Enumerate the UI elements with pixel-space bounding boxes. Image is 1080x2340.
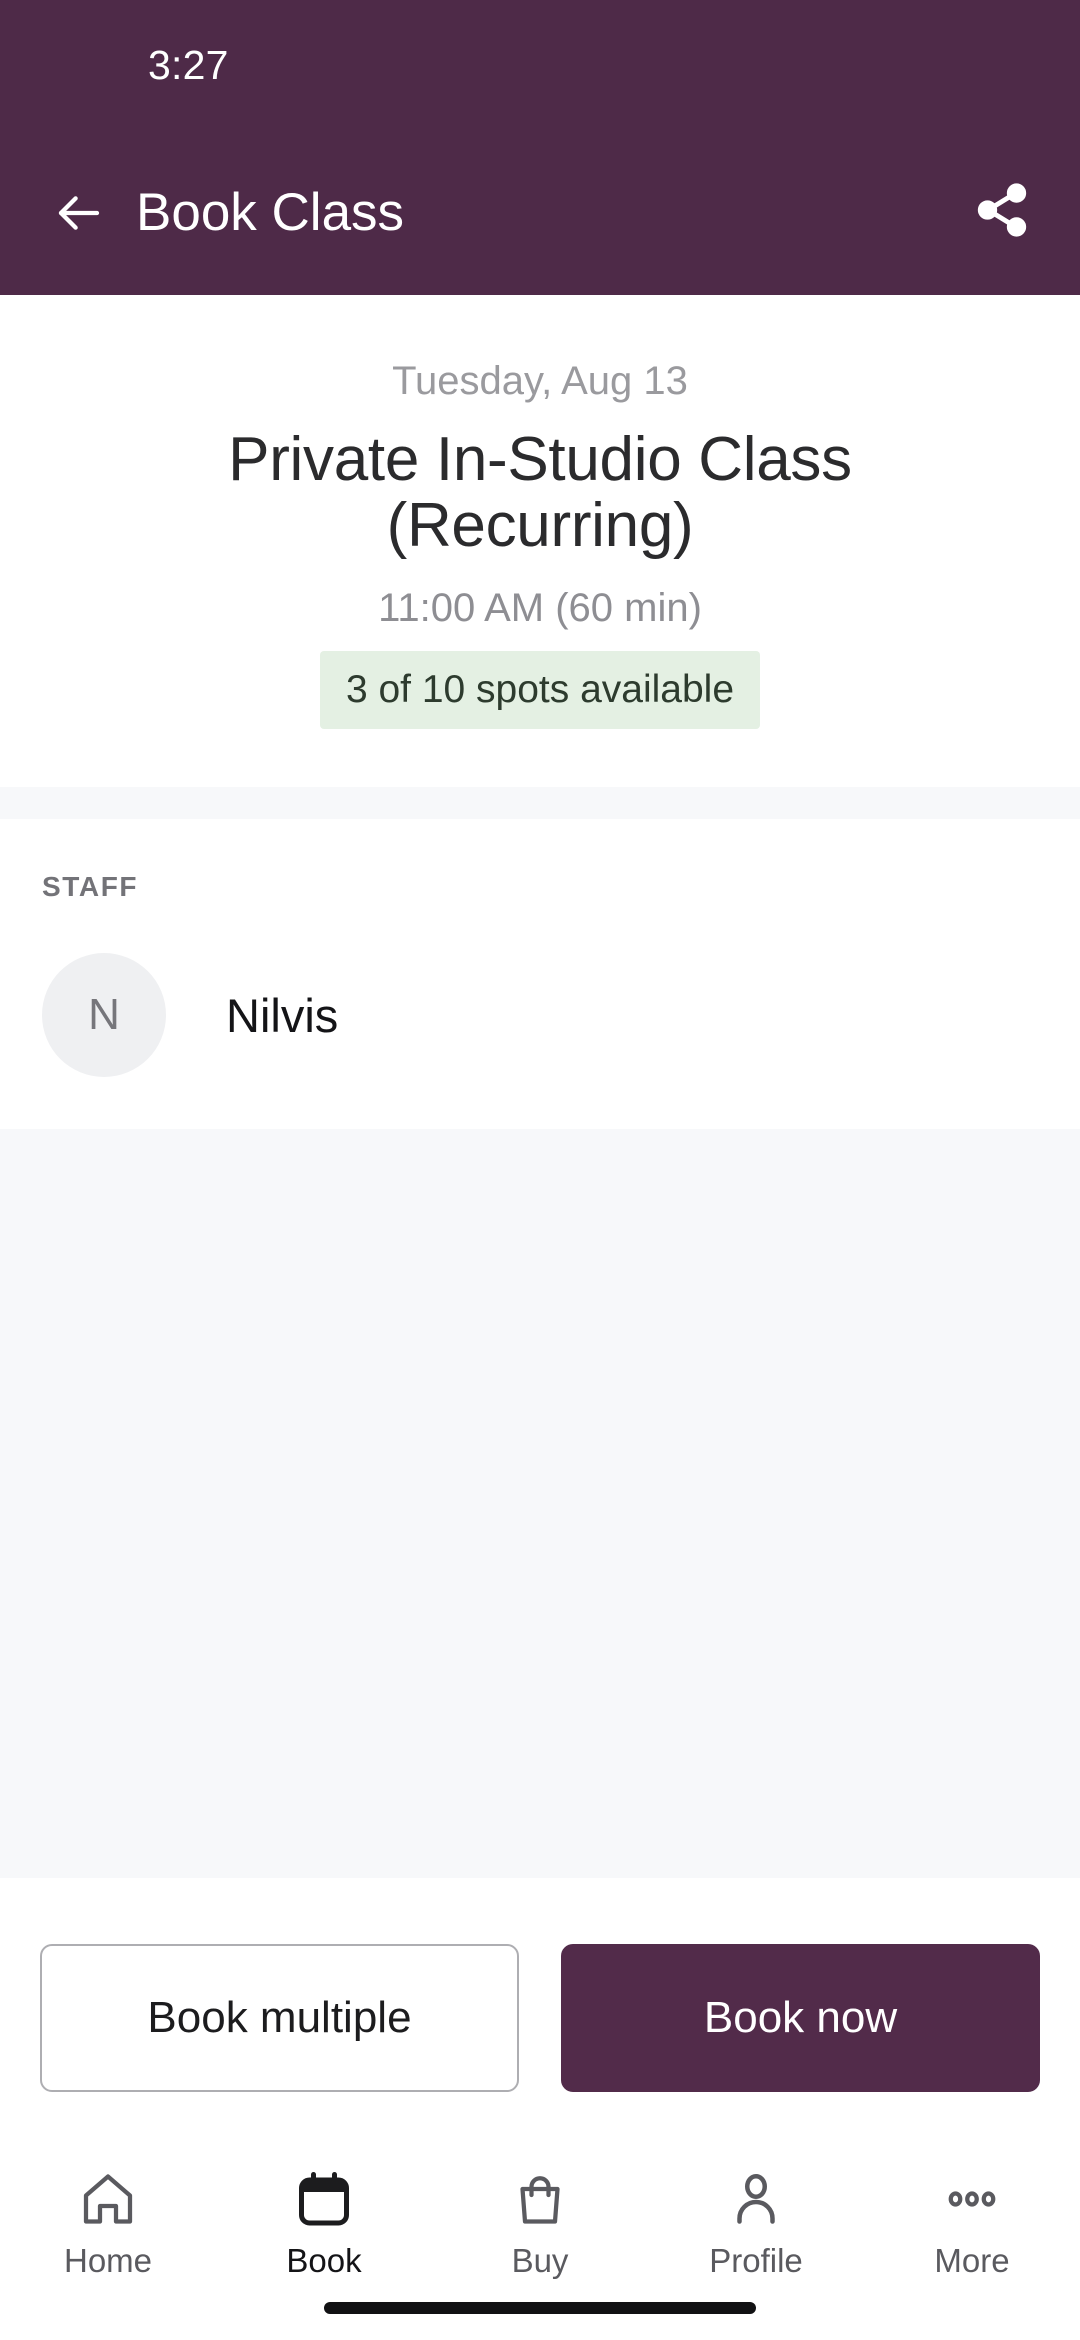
staff-name: Nilvis: [226, 988, 339, 1042]
shopping-bag-icon: [510, 2160, 570, 2238]
class-time-duration: 11:00 AM (60 min): [378, 586, 702, 631]
avatar-initial: N: [88, 990, 120, 1040]
book-now-button[interactable]: Book now: [561, 1944, 1040, 2092]
status-bar: 3:27: [0, 0, 1080, 130]
nav-label-profile: Profile: [709, 2242, 803, 2279]
ellipsis-icon: [942, 2160, 1002, 2238]
availability-badge: 3 of 10 spots available: [319, 651, 761, 730]
action-bar: Book multiple Book now: [0, 1878, 1080, 2132]
share-icon: [973, 181, 1031, 244]
section-divider: [0, 787, 1080, 820]
staff-list-item[interactable]: N Nilvis: [42, 953, 1038, 1129]
home-icon: [78, 2160, 138, 2238]
top-bar: 3:27 Book Class: [0, 0, 1080, 295]
nav-label-book: Book: [286, 2242, 362, 2279]
nav-label-buy: Buy: [511, 2242, 569, 2279]
home-indicator: [324, 2302, 756, 2314]
class-date: Tuesday, Aug 13: [392, 359, 688, 403]
book-multiple-button[interactable]: Book multiple: [40, 1944, 519, 2092]
nav-label-more: More: [934, 2242, 1010, 2279]
calendar-icon: [294, 2160, 354, 2238]
staff-section-label: STAFF: [42, 871, 139, 903]
nav-item-home[interactable]: Home: [0, 2148, 216, 2340]
staff-section: STAFF N Nilvis: [0, 819, 1080, 1130]
avatar: N: [42, 953, 166, 1078]
class-summary: Tuesday, Aug 13 Private In-Studio Class …: [0, 295, 1080, 788]
app-bar: Book Class: [0, 130, 1080, 295]
nav-item-more[interactable]: More: [864, 2148, 1080, 2340]
content-filler: [0, 1129, 1080, 1878]
page-title: Book Class: [136, 183, 405, 242]
status-bar-clock: 3:27: [148, 41, 229, 88]
person-icon: [726, 2160, 786, 2238]
nav-label-home: Home: [63, 2242, 153, 2279]
arrow-left-icon: [52, 186, 106, 240]
share-button[interactable]: [964, 175, 1040, 251]
app-screen: 3:27 Book Class Tuesday, Aug 13 Private …: [0, 0, 1080, 2340]
back-button[interactable]: [44, 178, 114, 248]
class-name: Private In-Studio Class (Recurring): [228, 425, 852, 560]
